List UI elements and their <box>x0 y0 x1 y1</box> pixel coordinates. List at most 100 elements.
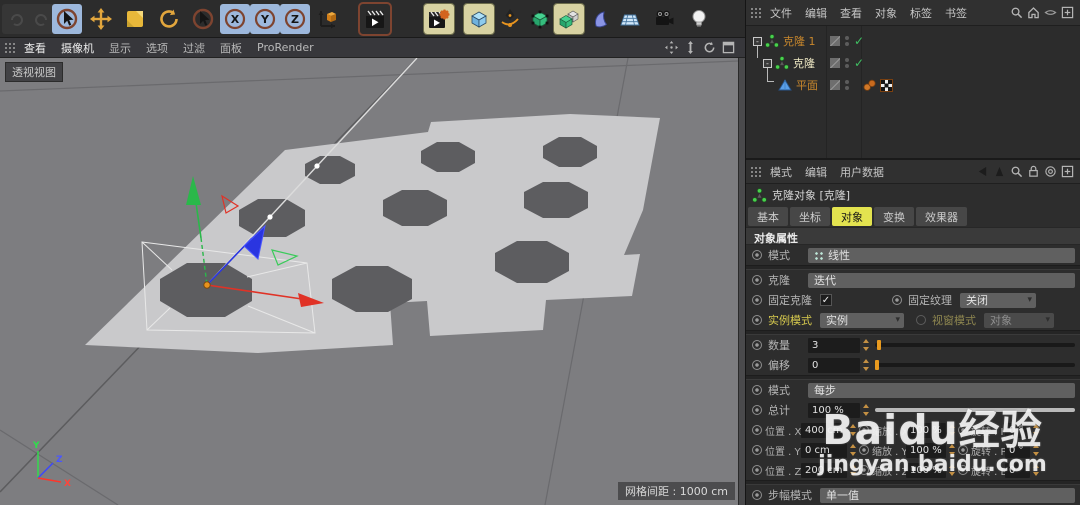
param-toggle-icon[interactable] <box>752 425 762 435</box>
layer-color-box[interactable] <box>830 58 840 68</box>
param-toggle-icon[interactable] <box>892 295 902 305</box>
spinner-icon[interactable] <box>1032 443 1040 457</box>
viewport-name-label[interactable]: 透视视图 <box>5 62 63 82</box>
render-settings-button[interactable] <box>424 4 454 34</box>
render-view-button[interactable] <box>360 4 390 34</box>
add-cube-primitive-button[interactable] <box>464 4 494 34</box>
param-toggle-icon[interactable] <box>752 295 762 305</box>
visibility-dots[interactable] <box>845 36 849 46</box>
tab-effectors[interactable]: 效果器 <box>916 207 967 226</box>
expand-toggle[interactable]: - <box>753 37 762 46</box>
offset-slider[interactable] <box>875 363 1075 367</box>
layer-color-box[interactable] <box>830 80 840 90</box>
param-toggle-icon[interactable] <box>752 275 762 285</box>
param-toggle-icon[interactable] <box>752 340 762 350</box>
instance-mode-dropdown[interactable]: 实例 <box>820 313 904 328</box>
floor-environment-button[interactable] <box>615 4 645 34</box>
make-editable-button[interactable] <box>525 4 555 34</box>
param-toggle-icon[interactable] <box>752 445 762 455</box>
param-toggle-icon[interactable] <box>958 425 968 435</box>
spinner-icon[interactable] <box>849 423 857 437</box>
total-slider[interactable] <box>875 408 1075 412</box>
last-used-tool-icon[interactable] <box>188 4 218 34</box>
param-toggle-icon[interactable] <box>752 360 762 370</box>
object-name[interactable]: 平面 <box>796 77 818 93</box>
viewport-rotate-icon[interactable] <box>703 41 716 54</box>
param-toggle-icon[interactable] <box>859 425 869 435</box>
light-button[interactable] <box>684 4 714 34</box>
section-header-object-properties[interactable]: 对象属性 <box>746 227 1080 245</box>
rotation-h-field[interactable]: 0 ° <box>1005 423 1030 438</box>
history-back-icon[interactable] <box>976 165 989 178</box>
clones-dropdown[interactable]: 迭代 <box>808 273 1075 288</box>
menubar-grip-icon[interactable] <box>4 42 16 54</box>
tab-transform[interactable]: 变换 <box>874 207 914 226</box>
spinner-icon[interactable] <box>849 463 857 477</box>
spinner-icon[interactable] <box>948 443 956 457</box>
move-tool-icon[interactable] <box>86 4 116 34</box>
enable-checkmark[interactable]: ✓ <box>854 34 864 48</box>
vp-menu-cameras[interactable]: 摄像机 <box>61 40 94 56</box>
enable-checkmark[interactable]: ✓ <box>854 56 864 70</box>
om-menu-edit[interactable]: 编辑 <box>805 5 827 21</box>
param-toggle-icon[interactable] <box>752 385 762 395</box>
position-x-field[interactable]: 400 cm <box>801 423 847 438</box>
spinner-icon[interactable] <box>948 423 956 437</box>
object-row-plane[interactable]: 平面 <box>746 74 1080 96</box>
param-toggle-icon[interactable] <box>752 465 762 475</box>
object-row-cloner1[interactable]: - 克隆 1 ✓ <box>746 30 1080 52</box>
am-menu-mode[interactable]: 模式 <box>770 164 792 180</box>
layer-color-box[interactable] <box>830 36 840 46</box>
om-menu-view[interactable]: 查看 <box>840 5 862 21</box>
scale-y-field[interactable]: 100 % <box>906 443 946 458</box>
history-forward-icon[interactable] <box>993 165 1006 178</box>
param-toggle-icon[interactable] <box>752 315 762 325</box>
target-icon[interactable] <box>1044 165 1057 178</box>
fix-texture-dropdown[interactable]: 关闭 <box>960 293 1036 308</box>
object-name[interactable]: 克隆 <box>793 55 815 71</box>
search-icon[interactable] <box>1010 6 1023 19</box>
add-panel-icon[interactable] <box>1061 165 1074 178</box>
panel-splitter[interactable] <box>738 58 745 505</box>
param-toggle-icon[interactable] <box>752 490 762 500</box>
spinner-icon[interactable] <box>862 358 870 372</box>
spinner-icon[interactable] <box>862 403 870 417</box>
om-menu-tags[interactable]: 标签 <box>910 5 932 21</box>
y-axis-lock-button[interactable]: Y <box>250 4 280 34</box>
scale-x-field[interactable]: 100 % <box>906 423 946 438</box>
total-field[interactable]: 100 % <box>808 403 860 418</box>
vp-menu-view[interactable]: 查看 <box>24 40 46 56</box>
scale-z-field[interactable]: 100 % <box>906 463 946 478</box>
phong-tag-icon[interactable] <box>863 79 876 92</box>
mograph-cloner-button[interactable] <box>554 4 584 34</box>
om-menu-file[interactable]: 文件 <box>770 5 792 21</box>
rotation-p-field[interactable]: 0 ° <box>1005 443 1030 458</box>
count-field[interactable]: 3 <box>808 338 860 353</box>
add-panel-icon[interactable] <box>1061 6 1074 19</box>
visibility-dots[interactable] <box>845 80 849 90</box>
param-toggle-icon[interactable] <box>859 445 869 455</box>
spinner-icon[interactable] <box>849 443 857 457</box>
x-axis-lock-button[interactable]: X <box>220 4 250 34</box>
param-toggle-icon[interactable] <box>958 445 968 455</box>
z-axis-lock-button[interactable]: Z <box>280 4 310 34</box>
gizmo-origin[interactable] <box>204 282 210 288</box>
spinner-icon[interactable] <box>1032 423 1040 437</box>
tab-object[interactable]: 对象 <box>832 207 872 226</box>
rotation-b-field[interactable]: 0 ° <box>1005 463 1030 478</box>
param-toggle-icon[interactable] <box>859 465 869 475</box>
param-toggle-icon[interactable] <box>752 250 762 260</box>
fix-clone-checkbox[interactable]: ✓ <box>820 294 832 306</box>
object-name[interactable]: 克隆 1 <box>783 33 816 49</box>
tab-coord[interactable]: 坐标 <box>790 207 830 226</box>
am-menu-edit[interactable]: 编辑 <box>805 164 827 180</box>
position-y-field[interactable]: 0 cm <box>801 443 847 458</box>
perspective-viewport[interactable]: Y Z X 透视视图 网格间距 : 1000 cm <box>0 58 745 505</box>
menubar-grip-icon[interactable] <box>750 166 762 178</box>
vp-menu-panel[interactable]: 面板 <box>220 40 242 56</box>
stride-mode-dropdown[interactable]: 单一值 <box>820 488 1075 503</box>
viewport-pan-icon[interactable] <box>665 41 678 54</box>
offset-field[interactable]: 0 <box>808 358 860 373</box>
spinner-icon[interactable] <box>948 463 956 477</box>
eye-icon[interactable] <box>1044 6 1057 19</box>
